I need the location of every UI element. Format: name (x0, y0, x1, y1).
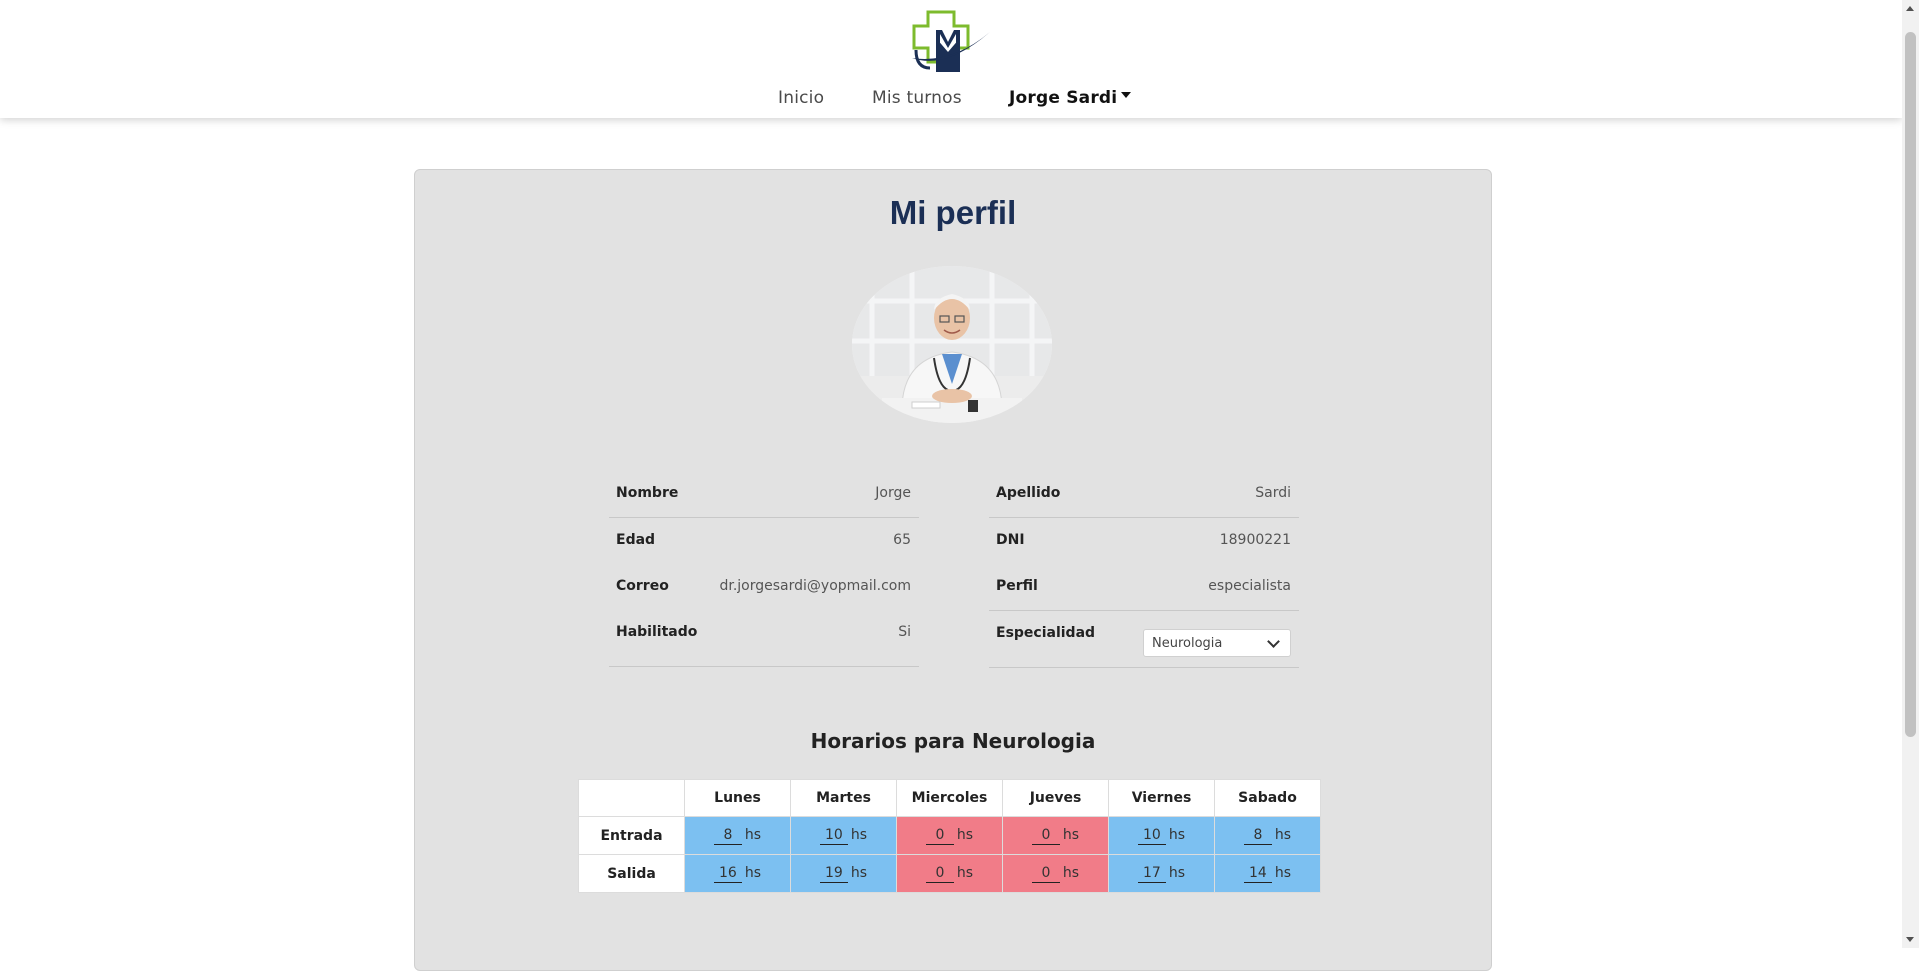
table-row: Entrada 8 hs 10 hs 0 hs 0 hs 10 hs 8 hs (578, 816, 1321, 855)
scroll-thumb[interactable] (1905, 32, 1916, 737)
hour-input[interactable]: 0 (925, 865, 954, 883)
schedule-cell[interactable]: 16 hs (684, 854, 791, 893)
table-row: Salida 16 hs 19 hs 0 hs 0 hs 17 hs 14 hs (578, 854, 1321, 893)
page-scrollbar[interactable] (1902, 0, 1919, 948)
day-header: Miercoles (896, 779, 1003, 817)
top-navbar: Inicio Mis turnos Jorge Sardi (0, 0, 1902, 118)
hour-unit: hs (744, 864, 762, 881)
hour-input[interactable]: 10 (1137, 827, 1166, 845)
hour-input[interactable]: 14 (1243, 865, 1272, 883)
field-label: Perfil (996, 578, 1038, 594)
doctor-avatar (852, 266, 1052, 423)
hour-input[interactable]: 0 (925, 827, 954, 845)
row-header: Salida (578, 854, 685, 893)
field-label: Apellido (996, 485, 1061, 501)
schedule-cell[interactable]: 8 hs (1214, 816, 1321, 855)
field-value: 65 (893, 532, 911, 548)
field-habilitado: Habilitado Si (609, 610, 919, 667)
hour-unit: hs (956, 826, 974, 843)
info-column-left: Nombre Jorge Edad 65 Correo dr.jorgesard… (609, 471, 919, 667)
hour-unit: hs (1274, 864, 1292, 881)
field-dni: DNI 18900221 (989, 518, 1299, 564)
row-header: Entrada (578, 816, 685, 855)
field-value: especialista (1208, 578, 1291, 594)
field-label: Especialidad (996, 625, 1096, 641)
schedule-cell[interactable]: 0 hs (1002, 816, 1109, 855)
schedule-header-row: Lunes Martes Miercoles Jueves Viernes Sa… (578, 779, 1321, 817)
schedule-cell[interactable]: 0 hs (896, 854, 1003, 893)
hour-unit: hs (956, 864, 974, 881)
field-especialidad: Especialidad Neurologia (989, 611, 1299, 668)
field-value: dr.jorgesardi@yopmail.com (719, 578, 911, 594)
hour-input[interactable]: 19 (819, 865, 848, 883)
user-menu-dropdown[interactable]: Jorge Sardi (1009, 88, 1132, 108)
field-value: Jorge (875, 485, 911, 501)
field-label: Correo (616, 578, 669, 594)
field-nombre: Nombre Jorge (609, 471, 919, 518)
day-header: Sabado (1214, 779, 1321, 817)
hour-unit: hs (1062, 864, 1080, 881)
field-value: Si (898, 624, 911, 640)
select-value: Neurologia (1152, 636, 1223, 651)
schedule-table: Lunes Martes Miercoles Jueves Viernes Sa… (578, 779, 1321, 893)
chevron-down-icon (1267, 635, 1280, 648)
field-perfil: Perfil especialista (989, 564, 1299, 611)
hour-unit: hs (1062, 826, 1080, 843)
schedule-cell[interactable]: 8 hs (684, 816, 791, 855)
field-value: Sardi (1255, 485, 1291, 501)
especialidad-select[interactable]: Neurologia (1143, 629, 1291, 657)
doctor-photo-icon (852, 266, 1052, 423)
hour-input[interactable]: 0 (1031, 827, 1060, 845)
schedule-cell[interactable]: 0 hs (896, 816, 1003, 855)
schedule-cell[interactable]: 17 hs (1108, 854, 1215, 893)
hour-unit: hs (1168, 826, 1186, 843)
scroll-up-arrow-icon[interactable] (1906, 6, 1914, 11)
hour-input[interactable]: 8 (713, 827, 742, 845)
field-label: DNI (996, 532, 1025, 548)
hour-unit: hs (850, 864, 868, 881)
hour-input[interactable]: 10 (819, 827, 848, 845)
hour-input[interactable]: 8 (1243, 827, 1272, 845)
field-correo: Correo dr.jorgesardi@yopmail.com (609, 564, 919, 610)
page-title: Mi perfil (889, 194, 1017, 231)
caret-down-icon (1121, 92, 1132, 98)
schedule-title: Horarios para Neurologia (810, 729, 1096, 753)
hour-input[interactable]: 17 (1137, 865, 1166, 883)
nav-inicio-link[interactable]: Inicio (778, 88, 824, 108)
schedule-cell[interactable]: 19 hs (790, 854, 897, 893)
info-column-right: Apellido Sardi DNI 18900221 Perfil espec… (989, 471, 1299, 668)
day-header: Martes (790, 779, 897, 817)
field-edad: Edad 65 (609, 518, 919, 564)
user-name: Jorge Sardi (1009, 88, 1118, 108)
schedule-cell[interactable]: 0 hs (1002, 854, 1109, 893)
field-value: 18900221 (1219, 532, 1291, 548)
day-header: Lunes (684, 779, 791, 817)
nav-links: Inicio Mis turnos Jorge Sardi (0, 88, 1902, 114)
hour-unit: hs (744, 826, 762, 843)
schedule-cell[interactable]: 10 hs (1108, 816, 1215, 855)
profile-card: Mi perfil Nombre Jorge Edad 65 Correo dr… (414, 169, 1492, 971)
day-header: Viernes (1108, 779, 1215, 817)
field-label: Habilitado (616, 624, 698, 640)
schedule-cell[interactable]: 14 hs (1214, 854, 1321, 893)
field-apellido: Apellido Sardi (989, 471, 1299, 518)
day-header: Jueves (1002, 779, 1109, 817)
corner-cell (578, 779, 685, 817)
schedule-cell[interactable]: 10 hs (790, 816, 897, 855)
scroll-down-arrow-icon[interactable] (1906, 937, 1914, 942)
hour-unit: hs (1168, 864, 1186, 881)
field-label: Nombre (616, 485, 679, 501)
hour-input[interactable]: 16 (713, 865, 742, 883)
field-label: Edad (616, 532, 656, 548)
hour-unit: hs (1274, 826, 1292, 843)
hour-unit: hs (850, 826, 868, 843)
nav-mis-turnos-link[interactable]: Mis turnos (872, 88, 962, 108)
clinic-logo[interactable] (906, 8, 990, 74)
hour-input[interactable]: 0 (1031, 865, 1060, 883)
